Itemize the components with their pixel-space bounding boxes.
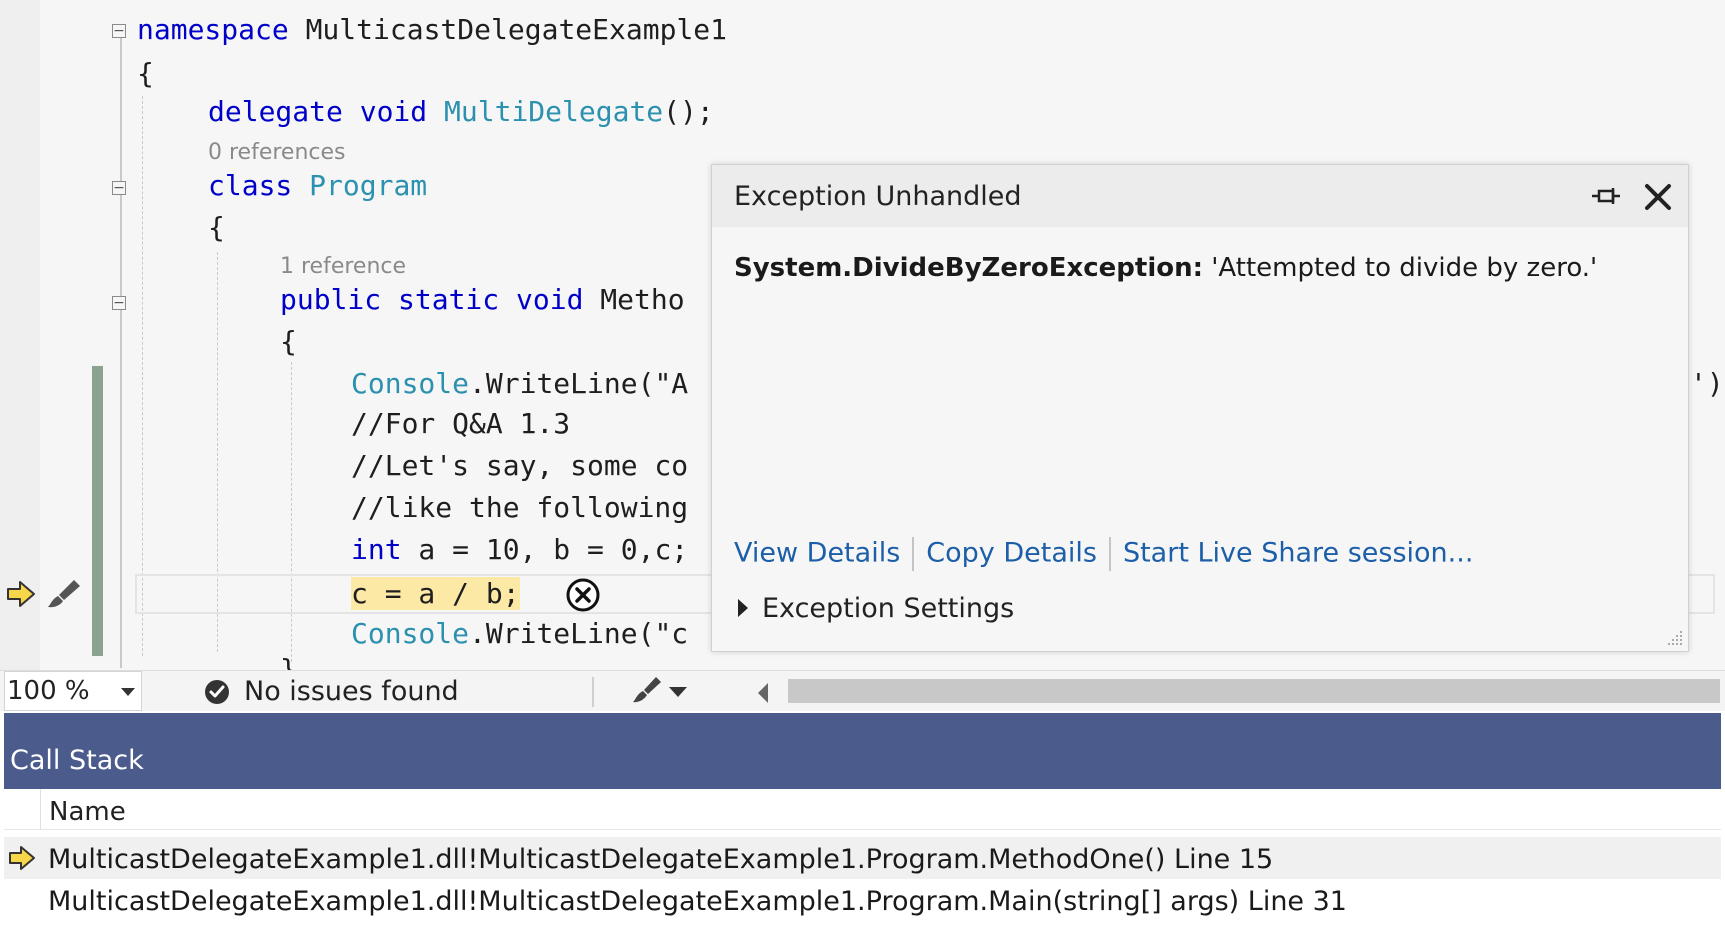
identifier: .WriteLine("A: [469, 367, 689, 400]
error-glyph-icon[interactable]: [566, 578, 600, 612]
chevron-down-icon[interactable]: [669, 687, 687, 697]
collapse-method-icon[interactable]: −: [112, 296, 126, 310]
keyword: delegate void: [208, 95, 428, 128]
issues-status[interactable]: No issues found: [244, 676, 459, 707]
exception-text: 'Attempted to divide by zero.': [1203, 253, 1598, 283]
keyword: public static void: [280, 283, 584, 316]
call-stack-frame: MulticastDelegateExample1.dll!MulticastD…: [48, 886, 1347, 917]
column-header-name[interactable]: Name: [49, 797, 126, 827]
execution-arrow-icon[interactable]: [6, 580, 36, 608]
call-stack-title: Call Stack: [10, 745, 144, 776]
code-line-delegate[interactable]: delegate void MultiDelegate();: [208, 94, 714, 130]
close-icon[interactable]: [1642, 181, 1674, 213]
resize-grip-icon[interactable]: [1664, 627, 1684, 647]
code-comment[interactable]: //For Q&A 1.3: [351, 406, 570, 442]
copy-details-link[interactable]: Copy Details: [926, 538, 1097, 569]
editor-status-strip: 100 % No issues found: [0, 670, 1725, 711]
zoom-dropdown[interactable]: 100 %: [4, 671, 142, 711]
indent-guide: [291, 362, 292, 662]
pin-icon[interactable]: [1590, 183, 1622, 211]
code-line[interactable]: {: [280, 324, 297, 360]
code-editor[interactable]: − − − namespace MulticastDelegateExample…: [0, 0, 1725, 670]
chevron-down-icon[interactable]: [121, 688, 135, 696]
horizontal-scrollbar[interactable]: [788, 679, 1720, 703]
type-name: Program: [292, 169, 428, 202]
outline-gutter-line: [120, 28, 122, 668]
type-name: MultiDelegate: [427, 95, 664, 128]
code-cleanup-brush-icon[interactable]: [630, 675, 664, 707]
code-line[interactable]: }: [280, 652, 297, 670]
zoom-value: 100 %: [7, 676, 90, 706]
scroll-left-icon[interactable]: [758, 683, 768, 703]
keyword: int: [351, 533, 402, 566]
code-line-method[interactable]: public static void Metho: [280, 282, 685, 318]
code-line-tail: ');: [1690, 367, 1725, 400]
link-divider: [1108, 537, 1111, 571]
call-stack-row[interactable]: MulticastDelegateExample1.dll!MulticastD…: [4, 837, 1721, 879]
link-divider: [912, 537, 915, 571]
live-share-link[interactable]: Start Live Share session...: [1123, 538, 1473, 569]
keyword: namespace: [137, 13, 289, 46]
popup-links: View Details Copy Details Start Live Share…: [734, 537, 1473, 571]
identifier: MulticastDelegateExample1: [288, 13, 728, 46]
expand-triangle-icon[interactable]: [738, 598, 748, 617]
keyword: class: [208, 169, 293, 202]
column-divider: [40, 789, 41, 829]
exception-message: System.DivideByZeroException: 'Attempted…: [734, 253, 1597, 283]
exception-helper-popup[interactable]: Exception Unhandled System.DivideByZeroE…: [711, 164, 1689, 652]
indent-guide: [142, 96, 143, 656]
code-line-writeline[interactable]: Console.WriteLine("c: [351, 616, 688, 652]
call-stack-panel: Name MulticastDelegateExample1.dll!Multi…: [4, 789, 1721, 931]
check-circle-icon: [205, 680, 229, 704]
popup-title: Exception Unhandled: [734, 181, 1022, 212]
call-stack-frame: MulticastDelegateExample1.dll!MulticastD…: [48, 844, 1274, 875]
exception-settings-toggle[interactable]: Exception Settings: [738, 593, 1014, 624]
view-details-link[interactable]: View Details: [734, 538, 900, 569]
codelens-references[interactable]: 0 references: [208, 140, 346, 165]
code-comment[interactable]: //like the following: [351, 490, 688, 526]
call-stack-row[interactable]: MulticastDelegateExample1.dll!MulticastD…: [4, 879, 1721, 921]
type-name: Console: [351, 617, 470, 650]
code-line-class[interactable]: class Program: [208, 168, 427, 204]
glyph-margin[interactable]: [0, 0, 40, 670]
collapse-class-icon[interactable]: −: [112, 181, 126, 195]
exception-settings-label: Exception Settings: [762, 593, 1015, 624]
change-tracking-bar: [92, 366, 103, 656]
codelens-references[interactable]: 1 reference: [280, 254, 406, 279]
column-header-row: Name: [4, 789, 1721, 830]
current-frame-arrow-icon: [9, 846, 35, 870]
type-name: Console: [351, 367, 470, 400]
code-comment[interactable]: //Let's say, some co: [351, 448, 688, 484]
code-line-writeline[interactable]: Console.WriteLine("A: [351, 366, 688, 402]
code-line[interactable]: {: [208, 210, 225, 246]
identifier: a = 10, b = 0,c;: [401, 533, 689, 566]
status-divider: [592, 677, 594, 707]
collapse-namespace-icon[interactable]: −: [112, 24, 126, 38]
code-line-declaration[interactable]: int a = 10, b = 0,c;: [351, 532, 688, 568]
call-stack-header[interactable]: Call Stack: [4, 713, 1721, 789]
quick-action-brush-icon[interactable]: [44, 576, 84, 610]
code-line-current[interactable]: c = a / b;: [351, 576, 520, 612]
punctuation: ();: [663, 95, 714, 128]
error-highlight: c = a / b;: [351, 577, 520, 610]
code-line[interactable]: {: [137, 56, 154, 92]
exception-type: System.DivideByZeroException:: [734, 253, 1204, 283]
identifier: Metho: [583, 283, 685, 316]
code-line-namespace[interactable]: namespace MulticastDelegateExample1: [137, 12, 727, 48]
identifier: .WriteLine("c: [469, 617, 689, 650]
